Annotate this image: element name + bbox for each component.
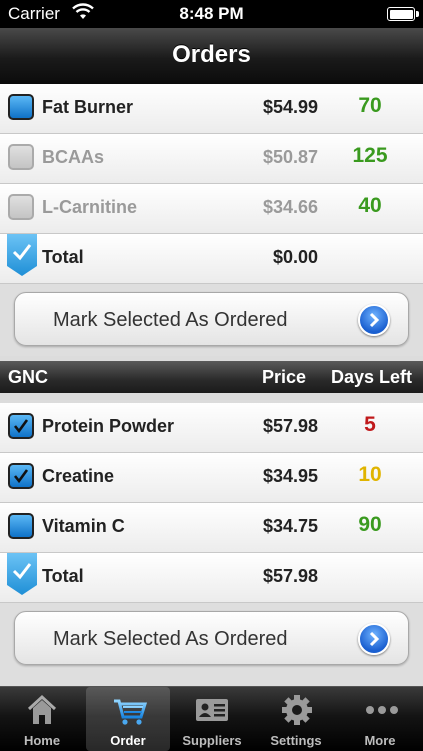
days-left-value: 10 xyxy=(358,463,382,486)
tab-label: Settings xyxy=(270,733,322,748)
button-area: Mark Selected As Ordered xyxy=(0,603,423,686)
tab-settings[interactable]: Settings xyxy=(254,687,338,751)
tab-label: Home xyxy=(23,733,61,748)
status-bar: Carrier 8:48 PM xyxy=(0,0,423,28)
check-flag-icon xyxy=(7,234,37,276)
checkbox-unchecked-icon[interactable] xyxy=(8,513,34,539)
checkbox-checked-icon[interactable] xyxy=(8,463,34,489)
checkbox-checked-icon[interactable] xyxy=(8,413,34,439)
page-title: Orders xyxy=(172,41,251,68)
days-left-value: 5 xyxy=(364,413,376,436)
section-header-gnc: GNC Price Days Left xyxy=(0,361,423,393)
days-left-column-header: Days Left xyxy=(331,367,413,387)
navigation-bar: Orders xyxy=(0,28,423,85)
total-label: Total xyxy=(42,247,84,267)
battery-icon xyxy=(387,7,419,21)
checkbox-disabled-icon[interactable] xyxy=(8,144,34,170)
gear-icon xyxy=(281,693,312,727)
item-price: $50.87 xyxy=(262,147,318,167)
tab-label: More xyxy=(364,733,396,748)
order-row-protein-powder[interactable]: Protein Powder $57.98 5 xyxy=(0,403,423,453)
total-row: Total $0.00 xyxy=(0,234,423,284)
item-name: Vitamin C xyxy=(42,516,125,536)
days-left-value: 125 xyxy=(352,144,388,167)
item-name: Creatine xyxy=(42,466,115,486)
mark-selected-ordered-button[interactable]: Mark Selected As Ordered xyxy=(14,611,409,665)
tab-label: Suppliers xyxy=(182,733,242,748)
price-column-header: Price xyxy=(262,367,307,387)
item-name: Protein Powder xyxy=(42,416,175,436)
button-label: Mark Selected As Ordered xyxy=(53,628,288,650)
total-value: $0.00 xyxy=(272,247,318,267)
order-row-vitamin-c[interactable]: Vitamin C $34.75 90 xyxy=(0,503,423,553)
chevron-right-icon xyxy=(358,623,390,655)
tab-order[interactable]: Order xyxy=(86,687,170,751)
item-price: $57.98 xyxy=(262,416,318,436)
home-icon xyxy=(27,693,57,727)
supplier-name: GNC xyxy=(8,367,48,387)
item-price: $34.95 xyxy=(262,466,318,486)
total-value: $57.98 xyxy=(262,566,318,586)
tab-label: Order xyxy=(110,733,146,748)
order-row-l-carnitine[interactable]: L-Carnitine $34.66 40 xyxy=(0,184,423,234)
checkbox-disabled-icon[interactable] xyxy=(8,194,34,220)
clock: 8:48 PM xyxy=(179,4,244,23)
days-left-value: 40 xyxy=(358,194,382,217)
tab-suppliers[interactable]: Suppliers xyxy=(170,687,254,751)
order-row-fat-burner[interactable]: Fat Burner $54.99 70 xyxy=(0,84,423,134)
order-row-creatine[interactable]: Creatine $34.95 10 xyxy=(0,453,423,503)
total-row: Total $57.98 xyxy=(0,553,423,603)
tab-more[interactable]: More xyxy=(338,687,422,751)
item-name: Fat Burner xyxy=(42,97,134,117)
days-left-value: 70 xyxy=(358,94,382,117)
button-area: Mark Selected As Ordered xyxy=(0,284,423,356)
chevron-right-icon xyxy=(358,304,390,336)
more-icon xyxy=(365,693,398,727)
item-price: $34.75 xyxy=(262,516,318,536)
check-flag-icon xyxy=(7,553,37,595)
days-left-value: 90 xyxy=(358,513,382,536)
tab-home[interactable]: Home xyxy=(0,687,84,751)
item-name: L-Carnitine xyxy=(42,197,138,217)
tab-bar: Home Order Suppliers Settings More xyxy=(0,686,423,751)
mark-selected-ordered-button[interactable]: Mark Selected As Ordered xyxy=(14,292,409,346)
total-label: Total xyxy=(42,566,84,586)
checkbox-unchecked-icon[interactable] xyxy=(8,94,34,120)
item-price: $54.99 xyxy=(262,97,318,117)
button-label: Mark Selected As Ordered xyxy=(53,309,288,331)
item-name: BCAAs xyxy=(42,147,105,167)
order-row-bcaas[interactable]: BCAAs $50.87 125 xyxy=(0,134,423,184)
contact-card-icon xyxy=(194,693,228,727)
cart-icon xyxy=(113,693,148,727)
item-price: $34.66 xyxy=(262,197,318,217)
